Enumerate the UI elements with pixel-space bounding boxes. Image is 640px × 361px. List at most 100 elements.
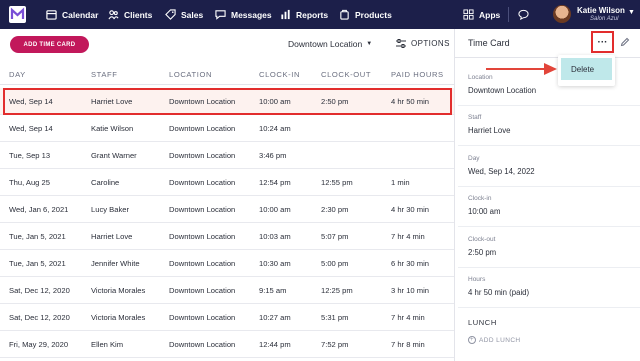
table-header: DAY STAFF LOCATION CLOCK-IN CLOCK-OUT PA… — [0, 66, 454, 85]
panel-divider — [454, 29, 455, 361]
field-staff-label: Staff — [468, 114, 482, 121]
avatar[interactable] — [553, 5, 571, 23]
table-row[interactable]: Fri, May 29, 2020 Ellen Kim Downtown Loc… — [0, 331, 454, 358]
table-row[interactable]: Tue, Jan 5, 2021 Jennifer White Downtown… — [0, 250, 454, 277]
cell-day: Tue, Sep 13 — [9, 151, 51, 160]
location-select[interactable]: Downtown Location ▼ — [288, 39, 372, 49]
field-day-value: Wed, Sep 14, 2022 — [468, 167, 535, 176]
header-location[interactable]: LOCATION — [169, 70, 212, 79]
nav-messages[interactable]: Messages — [215, 0, 272, 29]
location-select-label: Downtown Location — [288, 39, 363, 49]
field-separator — [458, 226, 640, 227]
user-name[interactable]: Katie Wilson — [577, 6, 625, 15]
cell-staff: Caroline — [91, 178, 120, 187]
nav-reports[interactable]: Reports — [280, 0, 328, 29]
cell-location: Downtown Location — [169, 286, 236, 295]
field-hours-value: 4 hr 50 min (paid) — [468, 288, 530, 297]
cell-clock-out: 12:25 pm — [321, 286, 353, 295]
table-row[interactable]: Wed, Sep 14 Harriet Love Downtown Locati… — [0, 88, 454, 115]
header-staff[interactable]: STAFF — [91, 70, 117, 79]
options-label: OPTIONS — [411, 39, 450, 48]
nav-clients-label: Clients — [124, 9, 153, 20]
nav-reports-label: Reports — [296, 9, 329, 20]
nav-apps[interactable]: Apps — [463, 0, 500, 29]
table-row[interactable]: Sat, Dec 12, 2020 Victoria Morales Downt… — [0, 304, 454, 331]
nav-products[interactable]: Products — [339, 0, 392, 29]
nav-calendar[interactable]: Calendar — [46, 0, 98, 29]
field-staff-value: Harriet Love — [468, 126, 511, 135]
cell-day: Sat, Dec 12, 2020 — [9, 286, 70, 295]
options-button[interactable]: OPTIONS — [396, 39, 450, 48]
table-row[interactable]: Wed, Jan 6, 2021 Lucy Baker Downtown Loc… — [0, 196, 454, 223]
table-row[interactable]: Tue, Jan 5, 2021 Harriet Love Downtown L… — [0, 223, 454, 250]
table-row[interactable]: Thu, Aug 25 Caroline Downtown Location 1… — [0, 169, 454, 196]
field-day-label: Day — [468, 155, 480, 162]
field-location-label: Location — [468, 74, 493, 81]
cell-clock-in: 10:03 am — [259, 232, 291, 241]
field-clock-out-label: Clock-out — [468, 236, 496, 243]
delete-menu-item[interactable]: Delete — [561, 58, 612, 80]
more-options-button[interactable]: ··· — [591, 31, 614, 53]
nav-products-label: Products — [355, 9, 392, 20]
panel-title: Time Card — [468, 38, 510, 48]
user-business: Salon Azul — [590, 16, 619, 22]
cell-day: Fri, May 29, 2020 — [9, 340, 69, 349]
cell-staff: Victoria Morales — [91, 286, 146, 295]
field-hours-label: Hours — [468, 276, 486, 283]
apps-grid-icon — [463, 9, 474, 20]
add-lunch-button[interactable]: + ADD LUNCH — [468, 336, 521, 344]
plus-circle-icon: + — [468, 336, 476, 344]
nav-divider — [508, 7, 509, 22]
nav-apps-label: Apps — [479, 9, 501, 20]
field-separator — [458, 307, 640, 308]
field-clock-in-value: 10:00 am — [468, 207, 501, 216]
header-day[interactable]: DAY — [9, 70, 26, 79]
field-clock-out-value: 2:50 pm — [468, 248, 497, 257]
clients-icon — [108, 10, 119, 20]
cell-day: Sat, Dec 12, 2020 — [9, 313, 70, 322]
caret-down-icon: ▼ — [366, 41, 373, 47]
reports-icon — [281, 9, 290, 20]
table-row[interactable]: Tue, Sep 13 Grant Warner Downtown Locati… — [0, 142, 454, 169]
field-separator — [458, 105, 640, 106]
cell-day: Tue, Jan 5, 2021 — [9, 232, 66, 241]
cell-location: Downtown Location — [169, 178, 236, 187]
field-location-value: Downtown Location — [468, 86, 537, 95]
table-row[interactable]: Wed, Sep 14 Katie Wilson Downtown Locati… — [0, 115, 454, 142]
cell-clock-out: 2:30 pm — [321, 205, 349, 214]
cell-staff: Victoria Morales — [91, 313, 146, 322]
cell-location: Downtown Location — [169, 97, 236, 106]
cell-paid-hours: 7 hr 4 min — [391, 313, 425, 322]
cell-location: Downtown Location — [169, 124, 236, 133]
cell-paid-hours: 4 hr 30 min — [391, 205, 429, 214]
cell-clock-out: 12:55 pm — [321, 178, 353, 187]
ellipsis-icon: ··· — [597, 36, 608, 48]
annotation-arrow — [486, 63, 557, 75]
header-paid-hours[interactable]: PAID HOURS — [391, 70, 444, 79]
cell-paid-hours: 4 hr 50 min — [391, 97, 429, 106]
add-time-card-button[interactable]: ADD TIME CARD — [10, 36, 89, 53]
nav-chat[interactable] — [518, 0, 529, 29]
cell-clock-out: 5:31 pm — [321, 313, 349, 322]
cell-day: Wed, Sep 14 — [9, 97, 53, 106]
cell-clock-in: 9:15 am — [259, 286, 287, 295]
nav-clients[interactable]: Clients — [108, 0, 152, 29]
chevron-down-icon[interactable]: ▼ — [628, 9, 635, 16]
nav-sales[interactable]: Sales — [165, 0, 203, 29]
cell-clock-in: 10:00 am — [259, 205, 291, 214]
options-dropdown-menu: Delete — [558, 55, 615, 86]
field-separator — [458, 267, 640, 268]
cell-staff: Harriet Love — [91, 97, 133, 106]
cell-day: Thu, Aug 25 — [9, 178, 50, 187]
header-clock-in[interactable]: CLOCK-IN — [259, 70, 300, 79]
field-separator — [458, 145, 640, 146]
nav-sales-label: Sales — [181, 9, 204, 20]
cell-clock-in: 12:44 pm — [259, 340, 291, 349]
table-row[interactable]: Sat, Dec 12, 2020 Victoria Morales Downt… — [0, 277, 454, 304]
app-logo-icon[interactable] — [9, 6, 26, 23]
edit-pencil-icon[interactable] — [620, 37, 630, 47]
header-clock-out[interactable]: CLOCK-OUT — [321, 70, 371, 79]
messages-icon — [215, 10, 226, 20]
cell-staff: Lucy Baker — [91, 205, 129, 214]
cell-clock-out: 7:52 pm — [321, 340, 349, 349]
